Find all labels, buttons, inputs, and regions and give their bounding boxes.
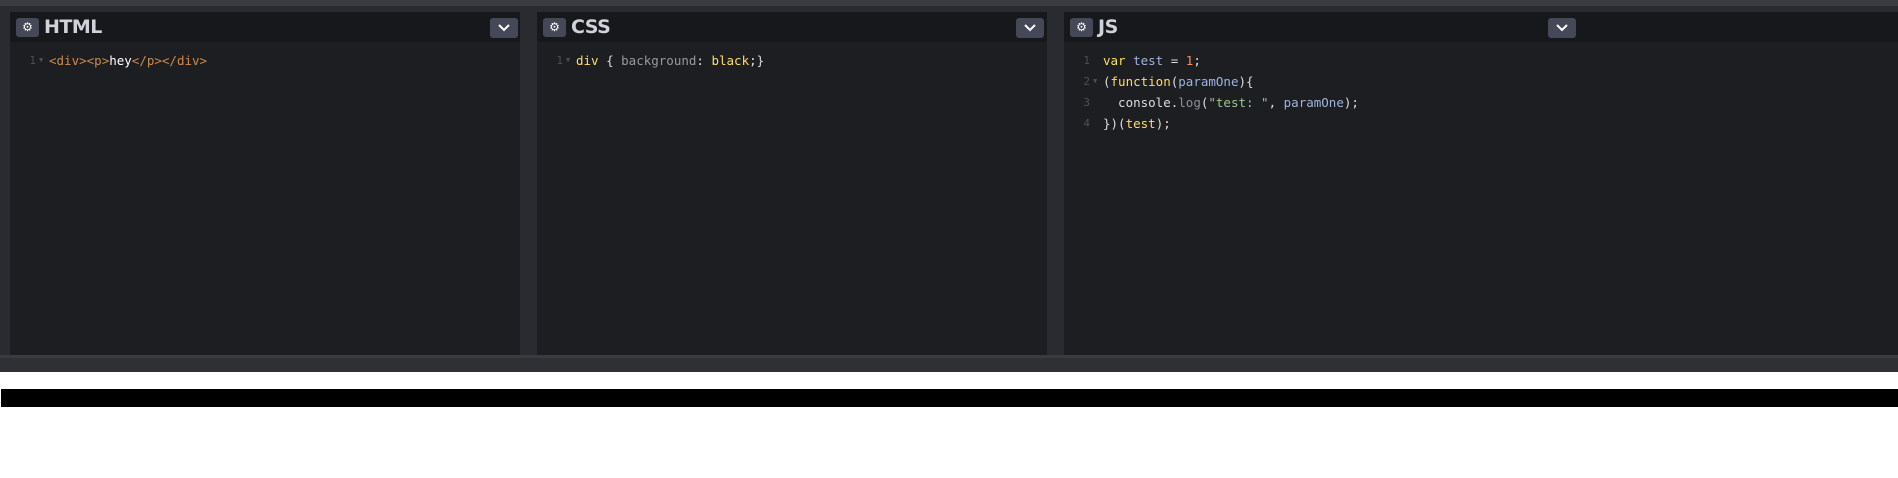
code-text: })(test); [1103, 113, 1171, 134]
code-token: function [1110, 74, 1171, 89]
gear-icon: ⚙ [549, 20, 560, 34]
code-token: black [711, 53, 750, 68]
code-token: div [576, 53, 599, 68]
fold-arrow-icon[interactable]: ▼ [566, 50, 570, 71]
editor-area: ⚙ HTML 1 ▼ <div><p>hey</p></div> ⚙ CSS 1 ▼ d… [0, 6, 1898, 355]
code-line: 1 ▼ <div><p>hey</p></div> [10, 50, 520, 71]
code-token: paramOne [1283, 95, 1344, 110]
gear-icon: ⚙ [1076, 20, 1087, 34]
js-panel-header: ⚙ JS [1064, 12, 1898, 42]
code-token: = [1163, 53, 1186, 68]
chevron-down-icon [498, 24, 510, 32]
html-dropdown-button[interactable] [490, 18, 518, 38]
code-token: <p> [86, 53, 110, 68]
result-preview [0, 372, 1898, 478]
html-code-editor[interactable]: 1 ▼ <div><p>hey</p></div> [10, 50, 520, 71]
css-editor-panel: ⚙ CSS 1 ▼ div { background: black;} [537, 12, 1047, 355]
code-token: var [1103, 53, 1126, 68]
chevron-down-icon [1556, 24, 1568, 32]
code-token: ){ [1238, 74, 1254, 89]
code-token: <div> [49, 53, 87, 68]
code-token: paramOne [1178, 74, 1239, 89]
line-number: 1 [29, 54, 36, 67]
code-token: console [1103, 95, 1171, 110]
js-dropdown-button[interactable] [1548, 18, 1576, 38]
chevron-down-icon [1024, 24, 1036, 32]
html-editor-panel: ⚙ HTML 1 ▼ <div><p>hey</p></div> [10, 12, 520, 355]
preview-div-black [1, 389, 1898, 407]
html-settings-button[interactable]: ⚙ [16, 18, 39, 37]
code-line: 3 console.log("test: ", paramOne); [1064, 92, 1898, 113]
code-text: div { background: black;} [576, 50, 764, 71]
code-token: background [621, 53, 697, 68]
js-settings-button[interactable]: ⚙ [1070, 18, 1093, 37]
code-text: var test = 1; [1103, 50, 1201, 71]
css-code-editor[interactable]: 1 ▼ div { background: black;} [537, 50, 1047, 71]
code-text: console.log("test: ", paramOne); [1103, 92, 1359, 113]
code-token: log [1178, 95, 1201, 110]
fold-arrow-icon[interactable]: ▼ [1093, 71, 1097, 92]
code-line: 1 var test = 1; [1064, 50, 1898, 71]
code-token: ;} [749, 53, 765, 68]
css-dropdown-button[interactable] [1016, 18, 1044, 38]
code-token: ); [1343, 95, 1359, 110]
code-token: : [696, 53, 712, 68]
code-token: ); [1155, 116, 1171, 131]
code-line: 4 })(test); [1064, 113, 1898, 134]
fold-arrow-icon[interactable]: ▼ [39, 50, 43, 71]
panel-title: JS [1098, 16, 1118, 38]
css-settings-button[interactable]: ⚙ [543, 18, 566, 37]
code-token: hey [109, 53, 132, 68]
code-token: , [1268, 95, 1284, 110]
panel-title: CSS [571, 16, 611, 38]
panel-title: HTML [44, 16, 102, 38]
code-token: "test: " [1208, 95, 1269, 110]
gear-icon: ⚙ [22, 20, 33, 34]
code-token: test [1125, 116, 1156, 131]
css-panel-header: ⚙ CSS [537, 12, 1047, 42]
line-number: 3 [1083, 96, 1090, 109]
line-number: 4 [1083, 117, 1090, 130]
line-number: 1 [556, 54, 563, 67]
resize-handle[interactable] [0, 355, 1898, 358]
line-number: 1 [1083, 54, 1090, 67]
html-panel-header: ⚙ HTML [10, 12, 520, 42]
code-token: })( [1103, 116, 1126, 131]
code-token: ( [1103, 74, 1111, 89]
resize-bar[interactable] [0, 355, 1898, 372]
line-number: 2 [1083, 75, 1090, 88]
code-line: 1 ▼ div { background: black;} [537, 50, 1047, 71]
code-text: (function(paramOne){ [1103, 71, 1254, 92]
code-token: ; [1193, 53, 1201, 68]
code-text: <div><p>hey</p></div> [49, 50, 207, 71]
js-editor-panel: ⚙ JS 1 var test = 1; 2 ▼ (function(paramOne)… [1064, 12, 1898, 355]
code-token: </div> [161, 53, 208, 68]
code-token: </p> [131, 53, 162, 68]
code-line: 2 ▼ (function(paramOne){ [1064, 71, 1898, 92]
js-code-editor[interactable]: 1 var test = 1; 2 ▼ (function(paramOne){3 co… [1064, 50, 1898, 134]
code-token: test [1133, 53, 1164, 68]
code-token: { [598, 53, 622, 68]
